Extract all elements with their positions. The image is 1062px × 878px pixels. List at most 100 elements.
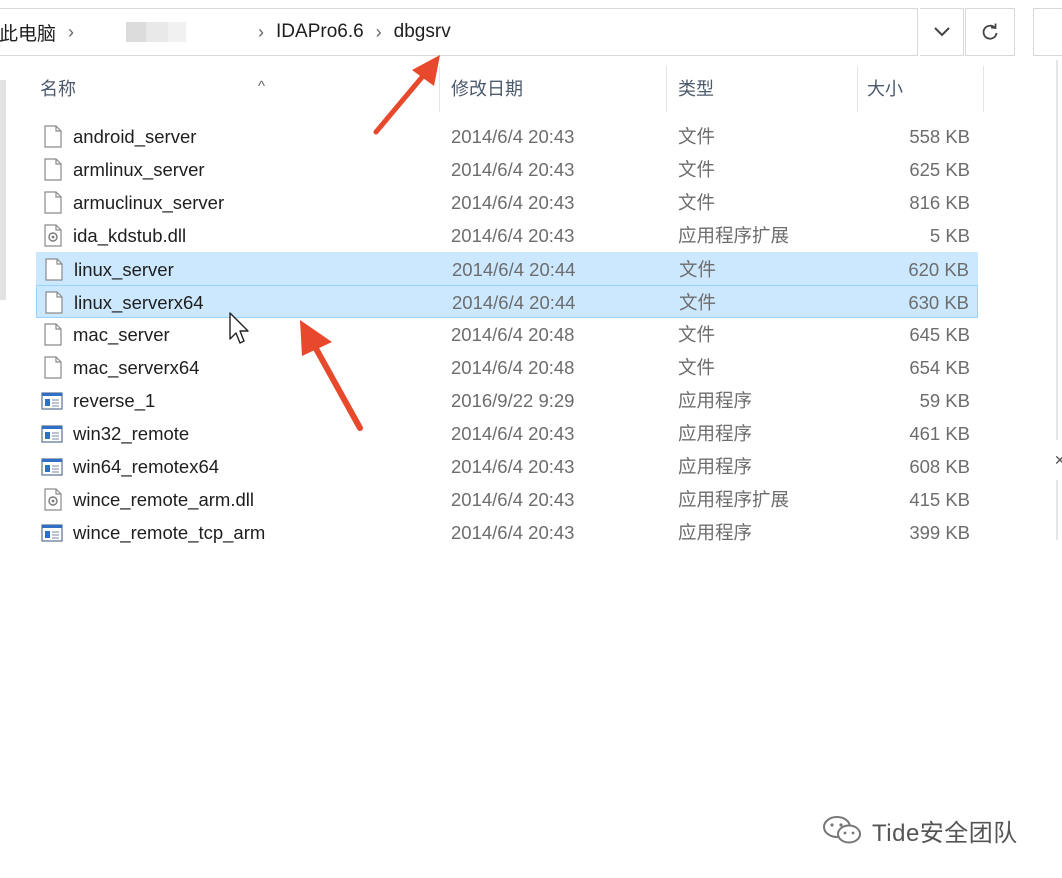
refresh-button[interactable] <box>965 8 1015 56</box>
file-size: 608 KB <box>909 456 970 477</box>
file-modified-date: 2014/6/4 20:43 <box>451 159 575 180</box>
column-header-date-label: 修改日期 <box>451 79 523 99</box>
file-row[interactable]: ida_kdstub.dll 2014/6/4 20:43 应用程序扩展 5 KB <box>36 219 978 252</box>
file-size: 645 KB <box>909 324 970 345</box>
file-type: 文件 <box>679 259 717 280</box>
breadcrumb-separator[interactable]: › <box>68 22 74 43</box>
file-name: reverse_1 <box>73 390 156 411</box>
dll-file-icon <box>44 224 62 247</box>
breadcrumb-idapro[interactable]: IDAPro6.6 <box>276 21 364 43</box>
breadcrumb-dbgsrv[interactable]: dbgsrv <box>394 21 451 43</box>
blank-file-icon <box>44 125 62 148</box>
refresh-icon <box>982 23 998 40</box>
file-type: 文件 <box>678 159 716 180</box>
file-type: 应用程序 <box>678 522 753 543</box>
file-name: armlinux_server <box>73 159 205 180</box>
file-row[interactable]: android_server 2014/6/4 20:43 文件 558 KB <box>36 120 978 153</box>
address-bar[interactable]: 此电脑 › › IDAPro6.6 › dbgsrv <box>0 8 918 56</box>
file-row[interactable]: reverse_1 2016/9/22 9:29 应用程序 59 KB <box>36 384 978 417</box>
file-modified-date: 2014/6/4 20:43 <box>451 522 575 543</box>
file-name: ida_kdstub.dll <box>73 225 187 246</box>
file-name: wince_remote_arm.dll <box>73 489 254 510</box>
exe-file-icon <box>41 523 63 546</box>
file-type: 应用程序 <box>678 390 753 411</box>
file-modified-date: 2014/6/4 20:44 <box>452 259 576 280</box>
file-name: linux_serverx64 <box>74 292 204 313</box>
close-icon[interactable]: ✕ <box>1054 452 1062 469</box>
file-modified-date: 2016/9/22 9:29 <box>451 390 575 411</box>
file-type: 文件 <box>678 192 716 213</box>
file-modified-date: 2014/6/4 20:43 <box>451 456 575 477</box>
file-type: 应用程序扩展 <box>678 489 790 510</box>
file-name: mac_server <box>73 324 170 345</box>
column-header-type[interactable]: 类型 <box>668 66 858 112</box>
sort-ascending-icon: ^ <box>258 78 266 95</box>
blurred-folder-crumb[interactable] <box>126 22 187 42</box>
dll-file-icon <box>44 488 62 511</box>
breadcrumb-separator[interactable]: › <box>258 22 264 43</box>
file-size: 630 KB <box>908 292 969 313</box>
breadcrumb-this-pc[interactable]: 此电脑 <box>0 19 56 46</box>
file-name: armuclinux_server <box>73 192 225 213</box>
blank-file-icon <box>44 323 62 346</box>
column-header-type-label: 类型 <box>678 79 714 99</box>
exe-file-icon <box>41 391 63 414</box>
exe-file-icon <box>41 457 63 480</box>
exe-file-icon <box>41 424 63 447</box>
file-modified-date: 2014/6/4 20:44 <box>452 292 576 313</box>
file-row[interactable]: wince_remote_arm.dll 2014/6/4 20:43 应用程序扩展… <box>36 483 978 516</box>
file-type: 应用程序 <box>678 456 753 477</box>
file-size: 625 KB <box>909 159 970 180</box>
file-name: win64_remotex64 <box>73 456 220 477</box>
file-name: win32_remote <box>73 423 190 444</box>
details-pane-edge <box>1056 60 1058 440</box>
file-row[interactable]: linux_serverx64 2014/6/4 20:44 文件 630 KB <box>36 285 978 318</box>
details-pane-edge <box>1056 480 1058 540</box>
file-type: 应用程序 <box>678 423 753 444</box>
file-modified-date: 2014/6/4 20:43 <box>451 225 575 246</box>
navigation-pane-scrollbar[interactable] <box>0 80 6 300</box>
file-row[interactable]: wince_remote_tcp_arm 2014/6/4 20:43 应用程序 39… <box>36 516 978 549</box>
watermark-text: Tide安全团队 <box>872 819 1018 847</box>
file-type: 文件 <box>678 126 716 147</box>
file-modified-date: 2014/6/4 20:43 <box>451 489 575 510</box>
blank-file-icon <box>44 158 62 181</box>
column-header-date[interactable]: 修改日期 <box>441 66 667 112</box>
file-row[interactable]: armuclinux_server 2014/6/4 20:43 文件 816 KB <box>36 186 978 219</box>
file-row[interactable]: win32_remote 2014/6/4 20:43 应用程序 461 KB <box>36 417 978 450</box>
breadcrumb-separator[interactable]: › <box>376 22 382 43</box>
file-size: 5 KB <box>929 225 970 246</box>
column-header-size[interactable]: 大小 <box>857 66 984 112</box>
address-history-button[interactable] <box>920 8 964 56</box>
blank-file-icon <box>45 258 63 281</box>
wechat-icon <box>823 816 861 844</box>
file-modified-date: 2014/6/4 20:48 <box>451 357 575 378</box>
file-size: 558 KB <box>909 126 970 147</box>
file-row[interactable]: armlinux_server 2014/6/4 20:43 文件 625 KB <box>36 153 978 186</box>
file-type: 应用程序扩展 <box>678 225 790 246</box>
file-size: 415 KB <box>909 489 970 510</box>
file-row[interactable]: mac_serverx64 2014/6/4 20:48 文件 654 KB <box>36 351 978 384</box>
file-row[interactable]: mac_server 2014/6/4 20:48 文件 645 KB <box>36 318 978 351</box>
file-size: 399 KB <box>909 522 970 543</box>
search-box[interactable] <box>1033 8 1062 56</box>
column-header-name-label: 名称 <box>40 79 76 99</box>
file-row[interactable]: linux_server 2014/6/4 20:44 文件 620 KB <box>36 252 978 285</box>
file-size: 816 KB <box>909 192 970 213</box>
column-header-size-label: 大小 <box>867 79 903 99</box>
file-name: mac_serverx64 <box>73 357 200 378</box>
file-modified-date: 2014/6/4 20:43 <box>451 192 575 213</box>
file-modified-date: 2014/6/4 20:43 <box>451 423 575 444</box>
column-header-name[interactable]: 名称 ^ <box>30 66 440 112</box>
file-type: 文件 <box>678 357 716 378</box>
file-type: 文件 <box>679 292 717 313</box>
file-modified-date: 2014/6/4 20:43 <box>451 126 575 147</box>
file-name: linux_server <box>74 259 174 280</box>
file-name: wince_remote_tcp_arm <box>73 522 266 543</box>
file-row[interactable]: win64_remotex64 2014/6/4 20:43 应用程序 608 KB <box>36 450 978 483</box>
file-size: 461 KB <box>909 423 970 444</box>
file-size: 620 KB <box>908 259 969 280</box>
file-name: android_server <box>73 126 197 147</box>
blank-file-icon <box>45 291 63 314</box>
file-size: 59 KB <box>919 390 970 411</box>
